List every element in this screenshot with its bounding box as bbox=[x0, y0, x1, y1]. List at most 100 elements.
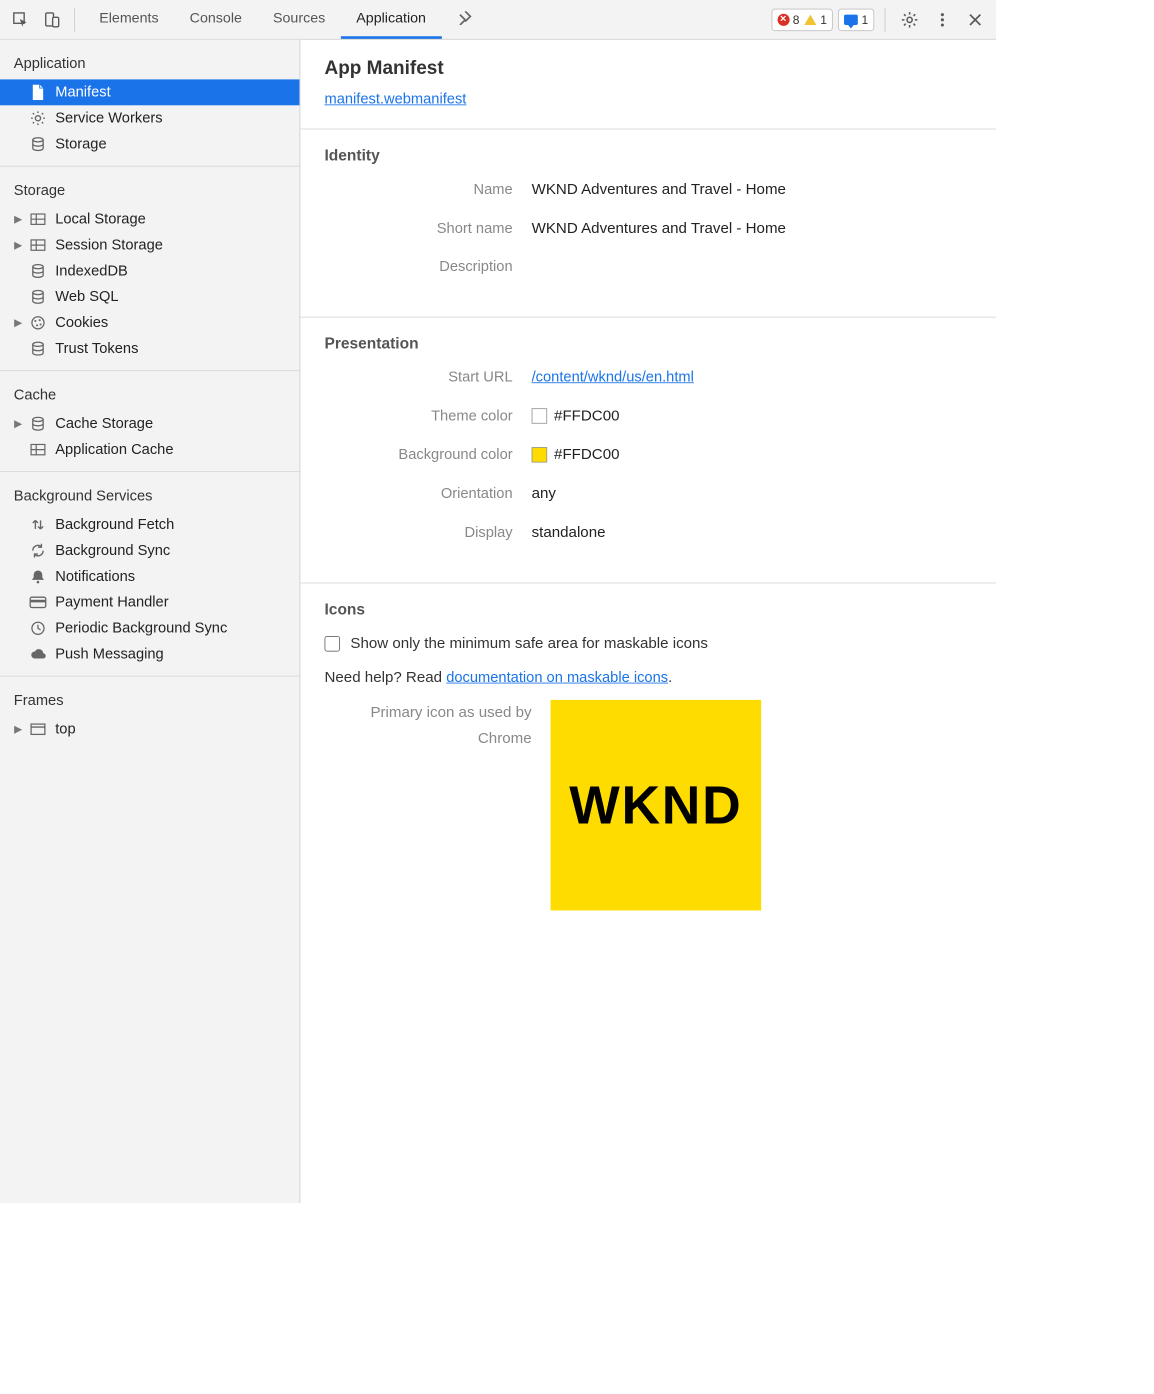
warning-count: 1 bbox=[820, 13, 827, 27]
panel-title: App Manifest bbox=[324, 57, 971, 79]
sidebar-item-trust-tokens[interactable]: ▶ Trust Tokens bbox=[0, 336, 299, 362]
device-toggle-icon[interactable] bbox=[38, 6, 66, 34]
sidebar-heading-frames: Frames bbox=[0, 685, 299, 716]
chevron-right-icon[interactable]: ▶ bbox=[14, 418, 23, 430]
chevron-right-icon[interactable]: ▶ bbox=[14, 213, 23, 225]
themecolor-swatch bbox=[532, 408, 548, 424]
devtools-topbar: Elements Console Sources Application ✕8 … bbox=[0, 0, 996, 40]
sidebar-item-manifest[interactable]: ▶ Manifest bbox=[0, 79, 299, 105]
name-label: Name bbox=[324, 181, 531, 198]
sidebar-item-label: Local Storage bbox=[55, 211, 146, 228]
themecolor-label: Theme color bbox=[324, 407, 531, 424]
sidebar-item-push-messaging[interactable]: ▶ Push Messaging bbox=[0, 641, 299, 667]
sidebar-item-periodic-sync[interactable]: ▶ Periodic Background Sync bbox=[0, 615, 299, 641]
maskable-checkbox-label: Show only the minimum safe area for mask… bbox=[350, 634, 708, 652]
message-count: 1 bbox=[861, 13, 868, 27]
sidebar-item-label: Cookies bbox=[55, 314, 108, 331]
sidebar-item-label: Push Messaging bbox=[55, 646, 163, 663]
sidebar-item-label: Web SQL bbox=[55, 288, 118, 305]
sidebar-item-indexeddb[interactable]: ▶ IndexedDB bbox=[0, 258, 299, 284]
error-count: 8 bbox=[793, 13, 800, 27]
message-badge[interactable]: 1 bbox=[844, 13, 868, 27]
sidebar-item-label: Manifest bbox=[55, 84, 110, 101]
sidebar-item-notifications[interactable]: ▶ Notifications bbox=[0, 564, 299, 590]
primary-icon-preview: WKND bbox=[551, 700, 762, 911]
maskable-docs-link[interactable]: documentation on maskable icons bbox=[446, 669, 668, 685]
sidebar-item-application-cache[interactable]: ▶ Application Cache bbox=[0, 437, 299, 463]
sidebar-section-frames: Frames ▶ top bbox=[0, 677, 299, 751]
tab-application[interactable]: Application bbox=[341, 0, 442, 39]
sidebar-item-background-fetch[interactable]: ▶ Background Fetch bbox=[0, 512, 299, 538]
tab-elements[interactable]: Elements bbox=[84, 0, 174, 39]
sidebar-item-cookies[interactable]: ▶ Cookies bbox=[0, 310, 299, 336]
sidebar-item-label: top bbox=[55, 721, 75, 738]
tab-sources[interactable]: Sources bbox=[257, 0, 340, 39]
sidebar-item-cache-storage[interactable]: ▶ Cache Storage bbox=[0, 411, 299, 437]
bgcolor-swatch bbox=[532, 447, 548, 463]
display-label: Display bbox=[324, 523, 531, 540]
sidebar-item-storage[interactable]: ▶ Storage bbox=[0, 131, 299, 157]
db-icon bbox=[29, 288, 46, 305]
updown-icon bbox=[29, 516, 46, 533]
card-icon bbox=[29, 594, 46, 611]
grid-icon bbox=[29, 441, 46, 458]
warning-badge[interactable]: 1 bbox=[805, 13, 827, 27]
sidebar-item-label: Session Storage bbox=[55, 236, 163, 253]
sidebar-section-bgservices: Background Services ▶ Background Fetch ▶… bbox=[0, 472, 299, 677]
messages-badge-group[interactable]: 1 bbox=[838, 8, 874, 30]
manifest-header-block: App Manifest manifest.webmanifest bbox=[300, 40, 996, 130]
sidebar-item-label: Service Workers bbox=[55, 110, 162, 127]
close-icon[interactable] bbox=[961, 6, 989, 34]
sidebar-heading-storage: Storage bbox=[0, 175, 299, 206]
sidebar-item-label: Storage bbox=[55, 135, 106, 152]
sidebar-item-top-frame[interactable]: ▶ top bbox=[0, 716, 299, 742]
db-icon bbox=[29, 340, 46, 357]
help-suffix: . bbox=[668, 668, 672, 685]
sidebar-item-payment-handler[interactable]: ▶ Payment Handler bbox=[0, 589, 299, 615]
presentation-section: Presentation Start URL /content/wknd/us/… bbox=[300, 318, 996, 584]
bgcolor-label: Background color bbox=[324, 446, 531, 463]
icons-section: Icons Show only the minimum safe area fo… bbox=[300, 583, 996, 931]
error-badge[interactable]: ✕8 bbox=[777, 13, 799, 27]
sidebar-item-label: Payment Handler bbox=[55, 594, 168, 611]
chevron-right-icon[interactable]: ▶ bbox=[14, 723, 23, 735]
sidebar-section-application: Application ▶ Manifest ▶ Service Workers… bbox=[0, 40, 299, 167]
file-icon bbox=[29, 84, 46, 101]
issues-badge-group[interactable]: ✕8 1 bbox=[771, 8, 833, 30]
maskable-checkbox[interactable] bbox=[324, 636, 340, 652]
tabs-overflow-icon[interactable] bbox=[442, 0, 489, 39]
themecolor-value: #FFDC00 bbox=[554, 406, 619, 424]
sidebar-item-session-storage[interactable]: ▶ Session Storage bbox=[0, 232, 299, 258]
sidebar-item-service-workers[interactable]: ▶ Service Workers bbox=[0, 105, 299, 131]
tab-console[interactable]: Console bbox=[174, 0, 257, 39]
inspect-element-icon[interactable] bbox=[7, 6, 35, 34]
sidebar-item-background-sync[interactable]: ▶ Background Sync bbox=[0, 538, 299, 564]
db-icon bbox=[29, 415, 46, 432]
sidebar-item-websql[interactable]: ▶ Web SQL bbox=[0, 284, 299, 310]
description-label: Description bbox=[324, 258, 531, 275]
icons-heading: Icons bbox=[324, 601, 971, 619]
primary-icon-label: Primary icon as used by Chrome bbox=[324, 700, 531, 751]
cloud-icon bbox=[29, 646, 46, 663]
kebab-menu-icon[interactable] bbox=[929, 6, 957, 34]
starturl-value[interactable]: /content/wknd/us/en.html bbox=[532, 369, 694, 386]
separator bbox=[74, 7, 75, 31]
sidebar-item-label: Cache Storage bbox=[55, 415, 153, 432]
bell-icon bbox=[29, 568, 46, 585]
sidebar-item-label: Background Sync bbox=[55, 542, 170, 559]
chevron-right-icon[interactable]: ▶ bbox=[14, 317, 23, 329]
error-icon: ✕ bbox=[777, 13, 789, 25]
sidebar-item-local-storage[interactable]: ▶ Local Storage bbox=[0, 206, 299, 232]
orientation-label: Orientation bbox=[324, 485, 531, 502]
settings-icon[interactable] bbox=[896, 6, 924, 34]
sidebar-heading-bgservices: Background Services bbox=[0, 481, 299, 512]
warning-icon bbox=[805, 14, 817, 24]
devtools-tabs: Elements Console Sources Application bbox=[84, 0, 768, 39]
sync-icon bbox=[29, 542, 46, 559]
sidebar-item-label: Trust Tokens bbox=[55, 340, 138, 357]
shortname-label: Short name bbox=[324, 220, 531, 237]
window-icon bbox=[29, 721, 46, 738]
chevron-right-icon[interactable]: ▶ bbox=[14, 239, 23, 251]
separator bbox=[885, 7, 886, 31]
manifest-link[interactable]: manifest.webmanifest bbox=[324, 91, 466, 107]
